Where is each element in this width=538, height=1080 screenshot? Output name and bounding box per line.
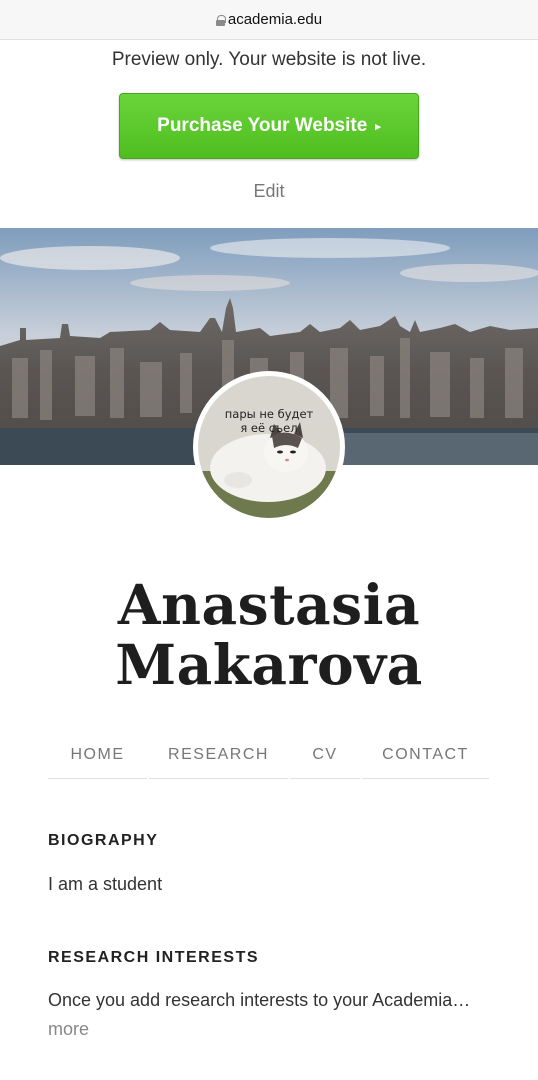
profile-avatar[interactable]: пары не будет я её съел bbox=[193, 371, 345, 523]
nav-home[interactable]: HOME bbox=[48, 732, 147, 779]
url-text: academia.edu bbox=[227, 11, 323, 28]
site-nav: HOME RESEARCH CV CONTACT bbox=[48, 732, 489, 779]
more-link[interactable]: more bbox=[48, 1019, 89, 1040]
research-interests-heading: RESEARCH INTERESTS bbox=[48, 949, 260, 966]
profile-last-name: Makarova bbox=[115, 632, 423, 697]
browser-url-bar[interactable]: academia.edu bbox=[0, 0, 538, 40]
nav-contact[interactable]: CONTACT bbox=[362, 732, 489, 779]
nav-research[interactable]: RESEARCH bbox=[149, 732, 288, 779]
avatar-caption-line1: пары не будет bbox=[225, 407, 314, 421]
play-arrow-icon: ▸ bbox=[375, 120, 381, 133]
research-interests-text: Once you add research interests to your … bbox=[48, 990, 471, 1010]
purchase-website-button[interactable]: Purchase Your Website ▸ bbox=[119, 93, 419, 159]
lock-icon bbox=[215, 15, 226, 26]
purchase-button-label: Purchase Your Website bbox=[157, 115, 368, 136]
nav-cv[interactable]: CV bbox=[290, 732, 360, 779]
avatar-caption-line2: я её съел bbox=[240, 421, 297, 435]
preview-note: Preview only. Your website is not live. bbox=[111, 49, 427, 70]
biography-heading: BIOGRAPHY bbox=[48, 832, 159, 849]
biography-text: I am a student bbox=[48, 874, 163, 894]
profile-first-name: Anastasia bbox=[117, 572, 421, 637]
edit-link[interactable]: Edit bbox=[0, 181, 538, 202]
profile-name: Anastasia Makarova bbox=[0, 575, 538, 695]
